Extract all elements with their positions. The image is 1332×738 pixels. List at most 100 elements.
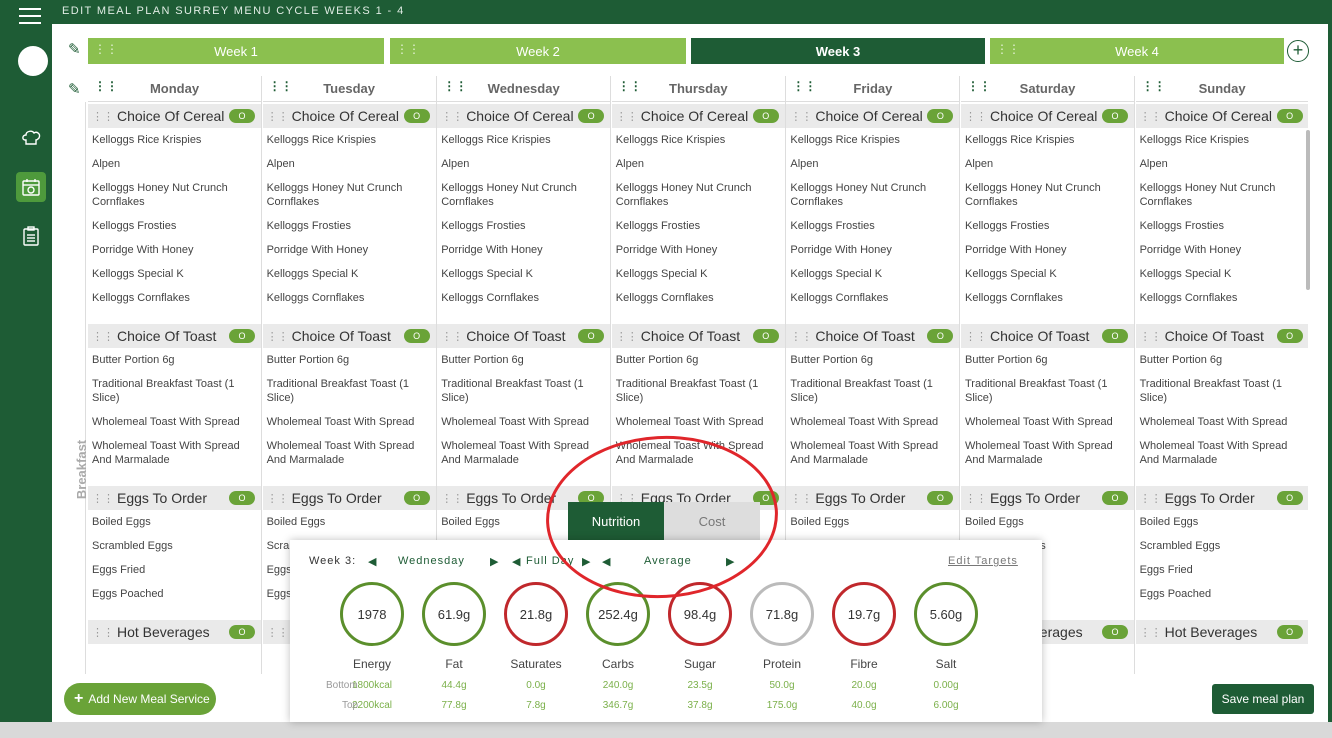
drag-handle-icon[interactable]: ⋮⋮ [441, 492, 463, 505]
menu-item[interactable]: Traditional Breakfast Toast (1 Slice) [1136, 372, 1308, 410]
menu-item[interactable]: Butter Portion 6g [612, 348, 785, 372]
menu-item[interactable]: Kelloggs Special K [612, 262, 785, 286]
drag-handle-icon[interactable]: ⋮⋮ [618, 79, 642, 93]
menu-item[interactable]: Wholemeal Toast With Spread [88, 410, 261, 434]
drag-handle-icon[interactable]: ⋮⋮ [1140, 330, 1162, 343]
category-header[interactable]: ⋮⋮ Choice Of Toast O [437, 324, 611, 348]
menu-item[interactable]: Kelloggs Cornflakes [612, 286, 785, 310]
drag-handle-icon[interactable]: ⋮⋮ [965, 330, 987, 343]
add-meal-service-button[interactable]: + Add New Meal Service [64, 683, 216, 715]
menu-item[interactable]: Kelloggs Rice Krispies [437, 128, 610, 152]
menu-item[interactable]: Porridge With Honey [786, 238, 959, 262]
menu-item[interactable]: Traditional Breakfast Toast (1 Slice) [612, 372, 785, 410]
option-badge[interactable]: O [229, 625, 255, 639]
category-header[interactable]: ⋮⋮ Choice Of Toast O [611, 324, 785, 348]
option-badge[interactable]: O [927, 109, 954, 123]
menu-item[interactable]: Kelloggs Cornflakes [88, 286, 261, 310]
menu-item[interactable]: Boiled Eggs [786, 510, 959, 534]
category-header[interactable]: ⋮⋮Hot BeveragesO [88, 620, 261, 644]
option-badge[interactable]: O [403, 329, 430, 343]
drag-handle-icon[interactable]: ⋮⋮ [267, 330, 289, 343]
menu-item[interactable]: Wholemeal Toast With Spread [961, 410, 1134, 434]
chef-hat-icon[interactable] [17, 124, 45, 152]
option-badge[interactable]: O [229, 491, 255, 505]
menu-item[interactable]: Eggs Poached [88, 582, 261, 606]
menu-item[interactable]: Alpen [437, 152, 610, 176]
option-badge[interactable]: O [403, 109, 430, 123]
category-header[interactable]: ⋮⋮ Choice Of Cereal O [88, 104, 261, 128]
menu-item[interactable]: Boiled Eggs [961, 510, 1134, 534]
tab-week-4[interactable]: ⋮⋮ Week 4 [990, 38, 1284, 64]
edit-weeks-pencil-icon[interactable]: ✎ [68, 40, 81, 58]
tab-week-1[interactable]: ⋮⋮ Week 1 [88, 38, 384, 64]
menu-item[interactable]: Kelloggs Frosties [786, 214, 959, 238]
option-badge[interactable]: O [1102, 491, 1128, 505]
menu-item[interactable]: Alpen [263, 152, 436, 176]
menu-item[interactable]: Kelloggs Honey Nut Crunch Cornflakes [961, 176, 1134, 214]
edit-targets-link[interactable]: Edit Targets [948, 555, 1018, 567]
drag-handle-icon[interactable]: ⋮⋮ [790, 330, 812, 343]
option-badge[interactable]: O [1276, 491, 1303, 505]
day-selector[interactable]: Wednesday [398, 555, 465, 567]
menu-item[interactable]: Porridge With Honey [88, 238, 261, 262]
drag-handle-icon[interactable]: ⋮⋮ [996, 42, 1020, 56]
menu-item[interactable]: Butter Portion 6g [88, 348, 261, 372]
menu-item[interactable]: Butter Portion 6g [786, 348, 959, 372]
drag-handle-icon[interactable]: ⋮⋮ [441, 330, 463, 343]
option-badge[interactable]: O [927, 329, 954, 343]
menu-item[interactable]: Kelloggs Special K [437, 262, 610, 286]
option-badge[interactable]: O [403, 491, 430, 505]
drag-handle-icon[interactable]: ⋮⋮ [1142, 79, 1166, 93]
menu-item[interactable]: Butter Portion 6g [263, 348, 436, 372]
menu-item[interactable]: Kelloggs Cornflakes [437, 286, 610, 310]
next-day-arrow-icon[interactable]: ▶ [490, 555, 499, 568]
menu-item[interactable]: Wholemeal Toast With Spread [1136, 410, 1308, 434]
menu-item[interactable]: Alpen [88, 152, 261, 176]
menu-item[interactable]: Kelloggs Cornflakes [961, 286, 1134, 310]
drag-handle-icon[interactable]: ⋮⋮ [269, 79, 293, 93]
drag-handle-icon[interactable]: ⋮⋮ [441, 110, 463, 123]
menu-item[interactable]: Kelloggs Rice Krispies [1136, 128, 1308, 152]
add-week-plus-icon[interactable]: + [1287, 40, 1309, 62]
menu-item[interactable]: Kelloggs Honey Nut Crunch Cornflakes [786, 176, 959, 214]
menu-item[interactable]: Kelloggs Frosties [437, 214, 610, 238]
category-header[interactable]: ⋮⋮ Eggs To Order O [961, 486, 1134, 510]
tab-week-2[interactable]: ⋮⋮ Week 2 [390, 38, 686, 64]
category-header[interactable]: ⋮⋮ Choice Of Cereal O [611, 104, 785, 128]
avatar[interactable] [18, 46, 48, 76]
tab-week-3[interactable]: Week 3 [691, 38, 985, 64]
menu-item[interactable]: Traditional Breakfast Toast (1 Slice) [263, 372, 436, 410]
option-badge[interactable]: O [752, 109, 779, 123]
option-badge[interactable]: O [578, 329, 605, 343]
menu-item[interactable]: Kelloggs Rice Krispies [961, 128, 1134, 152]
drag-handle-icon[interactable]: ⋮⋮ [396, 42, 420, 56]
option-badge[interactable]: O [229, 329, 255, 343]
drag-handle-icon[interactable]: ⋮⋮ [965, 492, 987, 505]
menu-item[interactable]: Wholemeal Toast With Spread [786, 410, 959, 434]
prev-day-arrow-icon[interactable]: ◀ [368, 555, 377, 568]
menu-item[interactable]: Kelloggs Rice Krispies [786, 128, 959, 152]
menu-item[interactable]: Kelloggs Honey Nut Crunch Cornflakes [263, 176, 436, 214]
option-badge[interactable]: O [1102, 625, 1128, 639]
category-header[interactable]: ⋮⋮ Choice Of Cereal O [786, 104, 960, 128]
menu-item[interactable]: Alpen [1136, 152, 1308, 176]
menu-item[interactable]: Wholemeal Toast With Spread And Marmalad… [1136, 434, 1308, 472]
menu-item[interactable]: Scrambled Eggs [88, 534, 261, 558]
menu-item[interactable]: Kelloggs Cornflakes [786, 286, 959, 310]
category-header[interactable]: ⋮⋮ Choice Of Toast O [262, 324, 436, 348]
drag-handle-icon[interactable]: ⋮⋮ [616, 110, 638, 123]
category-header[interactable]: ⋮⋮ Choice Of Cereal O [961, 104, 1134, 128]
menu-item[interactable]: Traditional Breakfast Toast (1 Slice) [88, 372, 261, 410]
menu-item[interactable]: Kelloggs Special K [961, 262, 1134, 286]
menu-item[interactable]: Eggs Poached [1136, 582, 1308, 606]
option-badge[interactable]: O [1102, 329, 1128, 343]
drag-handle-icon[interactable]: ⋮⋮ [92, 330, 114, 343]
option-badge[interactable]: O [1276, 109, 1303, 123]
menu-item[interactable]: Wholemeal Toast With Spread [263, 410, 436, 434]
menu-icon[interactable] [19, 8, 41, 24]
menu-item[interactable]: Kelloggs Frosties [612, 214, 785, 238]
option-badge[interactable]: O [229, 109, 255, 123]
category-header[interactable]: ⋮⋮ Eggs To Order O [786, 486, 960, 510]
drag-handle-icon[interactable]: ⋮⋮ [790, 492, 812, 505]
scrollbar[interactable] [1306, 130, 1310, 290]
